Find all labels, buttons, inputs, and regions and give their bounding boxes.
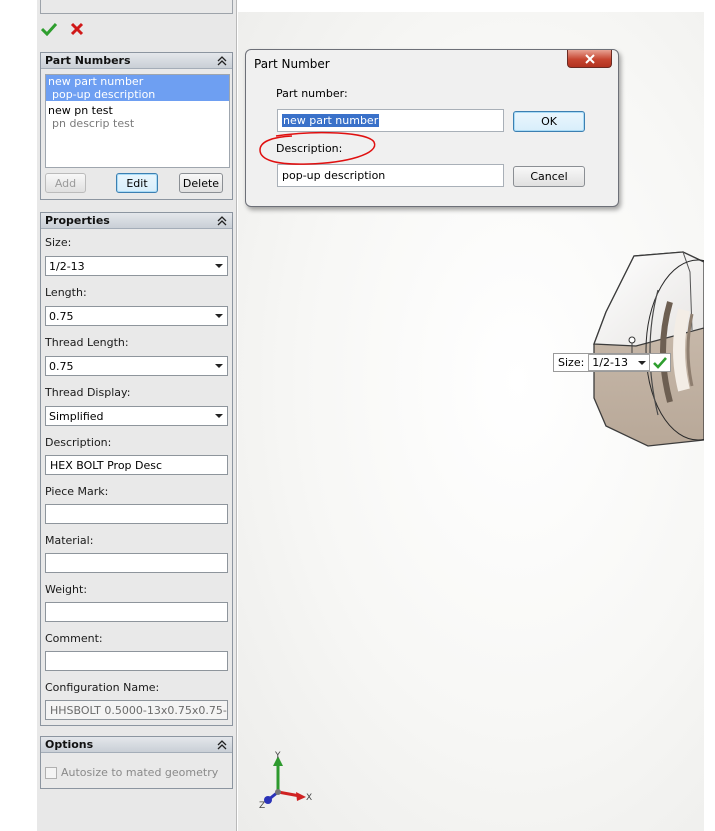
- ok-button[interactable]: OK: [513, 111, 585, 132]
- dialog-titlebar[interactable]: Part Number: [246, 50, 618, 76]
- dialog-close-button[interactable]: [567, 50, 612, 68]
- chevron-down-icon: [215, 314, 223, 318]
- part-numbers-title: Part Numbers: [45, 54, 131, 67]
- description-field[interactable]: HEX BOLT Prop Desc: [45, 455, 228, 475]
- coordinate-triad-icon: Y X Z: [259, 751, 312, 810]
- properties-header[interactable]: Properties: [41, 213, 232, 229]
- add-button[interactable]: Add: [45, 173, 86, 193]
- size-select-value: 1/2-13: [49, 259, 85, 273]
- size-select[interactable]: 1/2-13: [45, 256, 228, 276]
- options-header[interactable]: Options: [41, 737, 232, 753]
- pm-title-strip: [40, 0, 233, 14]
- properties-title: Properties: [45, 214, 110, 227]
- size-label: Size:: [45, 236, 72, 249]
- size-callout: Size: 1/2-13: [553, 353, 672, 372]
- length-label: Length:: [45, 286, 87, 299]
- material-field[interactable]: [45, 553, 228, 573]
- red-circle-annotation: [259, 131, 376, 165]
- thread-display-select[interactable]: Simplified: [45, 406, 228, 426]
- options-group: Options Autosize to mated geometry: [40, 736, 233, 789]
- size-callout-ok-icon[interactable]: [650, 356, 670, 369]
- config-name-field: HHSBOLT 0.5000-13x0.75x0.75-NHE: [45, 700, 228, 720]
- size-callout-label: Size:: [558, 356, 585, 369]
- list-item[interactable]: new pn test pn descrip test: [46, 104, 229, 130]
- part-number-dialog: Part Number Part number: new part number…: [245, 49, 619, 207]
- list-item-desc: pop-up description: [52, 88, 156, 101]
- list-item-name: new part number: [48, 75, 144, 88]
- list-item-desc: pn descrip test: [52, 117, 135, 130]
- collapse-chevron-icon[interactable]: [216, 215, 228, 227]
- pm-confirm-bar: [40, 20, 86, 38]
- close-icon: [584, 53, 595, 64]
- list-item-name: new pn test: [48, 104, 113, 117]
- chevron-down-icon: [215, 414, 223, 418]
- ok-check-icon[interactable]: [40, 20, 58, 38]
- thread-display-select-value: Simplified: [49, 409, 104, 423]
- comment-field[interactable]: [45, 651, 228, 671]
- length-select[interactable]: 0.75: [45, 306, 228, 326]
- part-number-list[interactable]: new part number pop-up description new p…: [45, 74, 230, 168]
- autosize-checkbox: [45, 766, 57, 779]
- part-numbers-header[interactable]: Part Numbers: [41, 53, 232, 69]
- chevron-down-icon: [215, 364, 223, 368]
- part-numbers-group: Part Numbers new part number pop-up desc…: [40, 52, 233, 200]
- description-label: Description:: [45, 436, 112, 449]
- autosize-option: Autosize to mated geometry: [45, 766, 218, 779]
- triad-z-label: Z: [259, 801, 265, 810]
- options-title: Options: [45, 738, 94, 751]
- collapse-chevron-icon[interactable]: [216, 739, 228, 751]
- viewport-top-strip: [238, 0, 715, 12]
- weight-label: Weight:: [45, 583, 88, 596]
- thread-length-select[interactable]: 0.75: [45, 356, 228, 376]
- config-name-label: Configuration Name:: [45, 681, 160, 694]
- autosize-label: Autosize to mated geometry: [61, 766, 219, 779]
- chevron-down-icon: [215, 264, 223, 268]
- weight-field[interactable]: [45, 602, 228, 622]
- outer-strip: [0, 0, 37, 831]
- part-number-buttons: Add Edit Delete: [45, 173, 230, 193]
- material-label: Material:: [45, 534, 94, 547]
- piece-mark-field[interactable]: [45, 504, 228, 524]
- right-strip: [704, 12, 715, 831]
- chevron-down-icon: [638, 361, 647, 365]
- thread-length-label: Thread Length:: [45, 336, 129, 349]
- triad-x-label: X: [306, 793, 312, 803]
- hex-bolt-model[interactable]: [588, 250, 704, 448]
- size-callout-value: 1/2-13: [592, 356, 628, 369]
- part-number-label: Part number:: [276, 87, 348, 100]
- part-number-input-value: new part number: [282, 114, 380, 127]
- properties-group: Properties Size: 1/2-13 Length: 0.75 Thr…: [40, 212, 233, 726]
- property-manager: Part Numbers new part number pop-up desc…: [37, 0, 237, 831]
- thread-display-label: Thread Display:: [45, 386, 131, 399]
- list-item[interactable]: new part number pop-up description: [46, 75, 229, 101]
- comment-label: Comment:: [45, 632, 103, 645]
- piece-mark-label: Piece Mark:: [45, 485, 109, 498]
- collapse-chevron-icon[interactable]: [216, 55, 228, 67]
- length-select-value: 0.75: [49, 309, 74, 323]
- dialog-title: Part Number: [254, 57, 330, 71]
- thread-length-select-value: 0.75: [49, 359, 74, 373]
- part-number-input[interactable]: new part number: [277, 109, 504, 132]
- cancel-button[interactable]: Cancel: [513, 166, 585, 187]
- triad-y-label: Y: [274, 751, 281, 761]
- cancel-x-icon[interactable]: [68, 20, 86, 38]
- delete-button[interactable]: Delete: [179, 173, 223, 193]
- size-callout-select[interactable]: 1/2-13: [588, 354, 651, 371]
- edit-button[interactable]: Edit: [116, 173, 158, 193]
